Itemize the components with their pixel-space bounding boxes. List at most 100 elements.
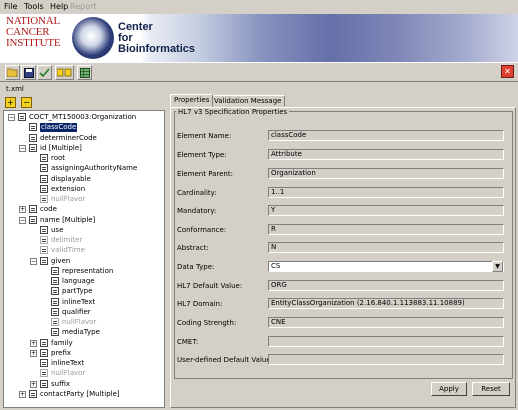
document-icon <box>40 379 48 388</box>
field-value: EntityClassOrganization (2.16.840.1.1138… <box>268 298 504 309</box>
document-icon <box>51 266 59 275</box>
close-icon[interactable]: ✕ <box>501 65 514 78</box>
document-icon <box>51 297 59 306</box>
document-icon <box>40 246 48 255</box>
field-value: 1..1 <box>268 187 504 198</box>
tree-node-label: assigningAuthorityName <box>51 164 138 173</box>
field-label: Data Type: <box>177 263 215 271</box>
document-icon <box>29 123 37 132</box>
field-label: Mandatory: <box>177 207 217 215</box>
tree-node-label: nullFlavor <box>51 369 86 378</box>
tab-properties[interactable]: Properties <box>170 94 214 107</box>
tree-node-label: mediaType <box>62 328 100 337</box>
validate-icon[interactable] <box>37 65 52 80</box>
menu-report: Report <box>70 2 97 11</box>
tab-strip: Properties Validation Message <box>170 94 516 107</box>
expand-icon[interactable]: + <box>30 339 37 347</box>
document-icon <box>40 225 48 234</box>
tree-node-label: inlineText <box>62 297 96 306</box>
expand-node-button[interactable]: + <box>5 97 16 108</box>
center-for-bioinformatics-title: Center for Bioinformatics <box>118 22 195 55</box>
expand-icon[interactable]: + <box>19 390 26 398</box>
field-label: Element Type: <box>177 151 227 159</box>
tree-node-label: partType <box>62 287 93 296</box>
document-icon <box>40 184 48 193</box>
element-tree[interactable]: − COCT_MT150003:Organization classCode dete… <box>3 110 165 408</box>
tree-node-label: COCT_MT150003:Organization <box>29 113 137 121</box>
reset-button[interactable]: Reset <box>472 382 510 396</box>
title-line3: Bioinformatics <box>118 43 196 55</box>
field-value: Attribute <box>268 149 504 160</box>
tree-node-label: inlineText <box>51 359 85 367</box>
document-icon <box>18 113 26 121</box>
collapse-icon[interactable]: − <box>19 216 26 224</box>
header-banner: National Cancer Institute Center for Bio… <box>0 14 518 62</box>
tree-node-label: name [Multiple] <box>40 215 96 224</box>
nci-logo-line3: Institute <box>6 37 61 49</box>
field-value <box>268 354 504 365</box>
document-icon <box>40 369 48 378</box>
collapse-node-button[interactable]: − <box>21 97 32 108</box>
document-icon <box>51 307 59 316</box>
tree-node-label: root <box>51 154 66 162</box>
expand-all-icon[interactable] <box>55 65 74 80</box>
menu-tools[interactable]: Tools <box>24 2 44 11</box>
field-value: R <box>268 224 504 235</box>
section-title: HL7 v3 Specification Properties <box>176 108 290 116</box>
field-label: Abstract: <box>177 244 209 252</box>
field-value: classCode <box>268 130 504 141</box>
field-label: HL7 Domain: <box>177 300 223 308</box>
collapse-icon[interactable]: − <box>30 257 37 265</box>
document-icon <box>29 389 37 398</box>
field-label: Conformance: <box>177 226 227 234</box>
document-icon <box>40 174 48 183</box>
collapse-icon[interactable]: − <box>8 114 15 121</box>
tree-node-label: nullFlavor <box>51 195 86 203</box>
tree-node-label: representation <box>62 266 114 275</box>
field-value: ORG <box>268 280 504 291</box>
field-value: CNE <box>268 317 504 328</box>
cell-image-logo <box>72 17 114 59</box>
menu-help[interactable]: Help <box>50 2 68 11</box>
menu-bar: File Tools Help Report <box>0 0 518 14</box>
field-label: Element Name: <box>177 132 232 140</box>
collapse-icon[interactable]: − <box>19 144 26 152</box>
table-icon[interactable] <box>77 65 92 80</box>
document-icon <box>40 348 48 357</box>
tree-node-label: suffix <box>51 379 70 388</box>
expand-icon[interactable]: + <box>19 206 26 214</box>
document-icon <box>40 195 48 203</box>
document-icon <box>40 164 48 173</box>
document-icon <box>40 236 48 244</box>
document-icon <box>40 338 48 347</box>
tree-node-label: delimiter <box>51 236 83 244</box>
open-folder-icon[interactable] <box>5 65 20 80</box>
field-label: CMET: <box>177 338 199 346</box>
expand-icon[interactable]: + <box>30 380 37 388</box>
save-icon[interactable] <box>21 65 36 80</box>
tree-toolbar: + − <box>3 96 163 110</box>
apply-button[interactable]: Apply <box>431 382 467 396</box>
tree-node-label: validTime <box>51 246 85 255</box>
field-label: HL7 Default Value: <box>177 282 243 290</box>
tree-node-label: language <box>62 277 95 285</box>
field-label: Cardinality: <box>177 189 217 197</box>
chevron-down-icon[interactable]: ▼ <box>492 261 503 272</box>
tab-validation-message[interactable]: Validation Message <box>210 95 286 107</box>
field-value: Y <box>268 205 504 216</box>
document-icon <box>29 205 37 214</box>
field-value <box>268 336 504 347</box>
expand-icon[interactable]: + <box>30 349 37 357</box>
data-type-select[interactable]: CS <box>268 261 504 272</box>
menu-file[interactable]: File <box>4 2 17 11</box>
tree-node-label: code <box>40 205 57 214</box>
tree-node-label: use <box>51 225 64 234</box>
file-tab[interactable]: t.xml <box>3 84 27 96</box>
tree-node-label: nullFlavor <box>62 318 97 326</box>
field-label: Coding Strength: <box>177 319 237 327</box>
tree-node-label: displayable <box>51 174 91 183</box>
main-toolbar: ✕ <box>0 62 518 82</box>
document-icon <box>40 359 48 367</box>
field-value: Organization <box>268 168 504 179</box>
tree-node-label: qualifier <box>62 307 91 316</box>
